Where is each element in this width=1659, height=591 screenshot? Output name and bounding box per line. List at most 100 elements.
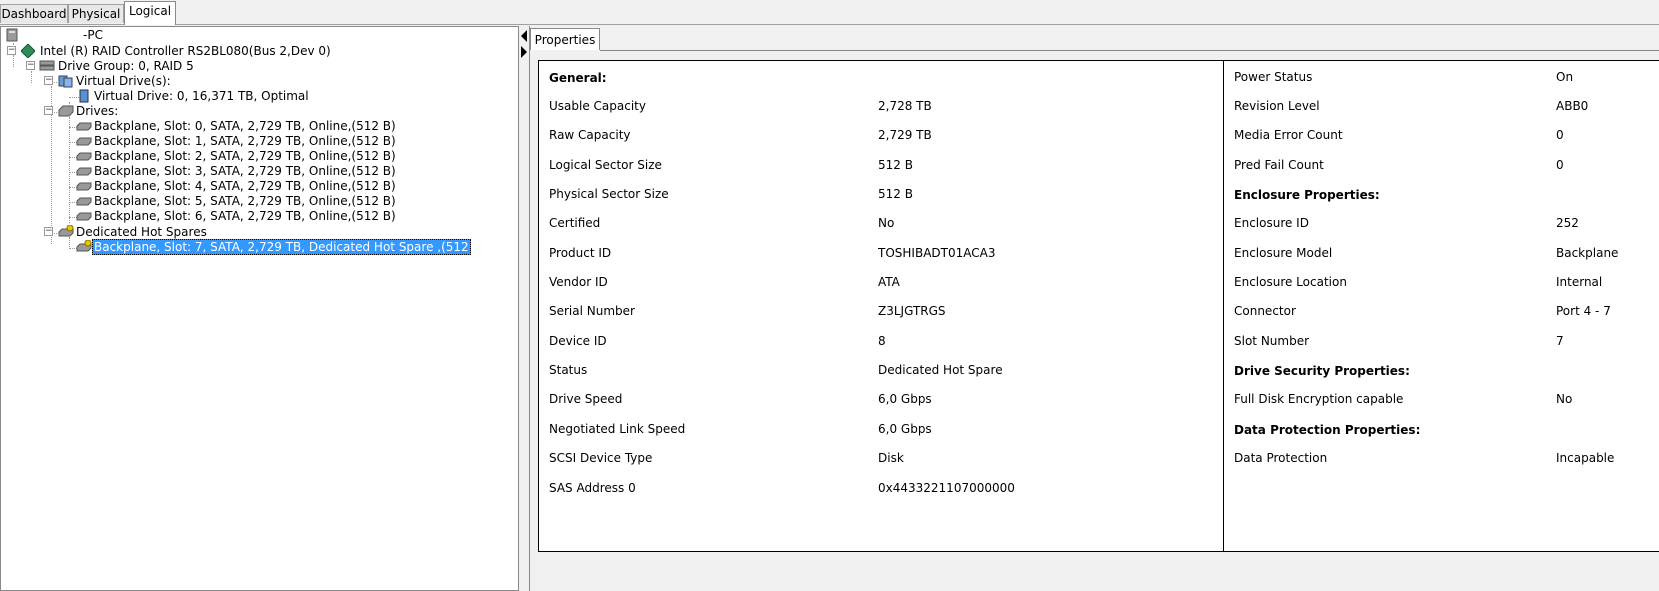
tree-node-controller[interactable]: − Intel (R) RAID Controller RS2BL080(Bus…: [1, 43, 333, 59]
collapse-toggle-icon[interactable]: −: [7, 46, 16, 55]
drive-label: Backplane, Slot: 4, SATA, 2,729 TB, Onli…: [94, 179, 396, 193]
prop-label: Power Status: [1234, 70, 1313, 84]
prop-value: 2,728 TB: [878, 99, 932, 113]
hard-drive-icon: [76, 179, 92, 192]
prop-value: Incapable: [1556, 451, 1615, 465]
hot-spare-drive-icon: [76, 239, 92, 253]
tree-node-drive[interactable]: Backplane, Slot: 6, SATA, 2,729 TB, Onli…: [1, 208, 398, 224]
drives-icon: [58, 104, 74, 117]
prop-label: Raw Capacity: [549, 128, 631, 142]
computer-icon: [5, 28, 19, 42]
prop-value: Z3LJGTRGS: [878, 304, 946, 318]
column-divider: [1223, 61, 1224, 551]
collapse-toggle-icon[interactable]: −: [44, 76, 53, 85]
prop-value: 512 B: [878, 158, 913, 172]
prop-label: Enclosure Location: [1234, 275, 1347, 289]
prop-label: Status: [549, 363, 588, 377]
drive-group-icon: [39, 59, 55, 72]
prop-label: SAS Address 0: [549, 481, 636, 495]
collapse-left-arrow-icon[interactable]: [521, 30, 527, 42]
tab-physical[interactable]: Physical: [68, 4, 124, 23]
tree-node-hot-spares[interactable]: − Dedicated Hot Spares: [1, 224, 209, 240]
hard-drive-icon: [76, 134, 92, 147]
prop-label: Enclosure Model: [1234, 246, 1333, 260]
prop-value: Dedicated Hot Spare: [878, 363, 1003, 377]
tree-node-root[interactable]: -PC: [1, 27, 105, 43]
drive-label: Backplane, Slot: 3, SATA, 2,729 TB, Onli…: [94, 164, 396, 178]
virtual-drive-icon: [77, 89, 91, 103]
prop-value: 512 B: [878, 187, 913, 201]
controller-label: Intel (R) RAID Controller RS2BL080(Bus 2…: [40, 44, 331, 58]
prop-label: Physical Sector Size: [549, 187, 669, 201]
hard-drive-icon: [76, 194, 92, 207]
prop-label: Vendor ID: [549, 275, 608, 289]
prop-label: Product ID: [549, 246, 612, 260]
prop-heading-general: General:: [549, 71, 607, 85]
prop-value: 6,0 Gbps: [878, 392, 932, 406]
prop-value: 6,0 Gbps: [878, 422, 932, 436]
prop-heading-drive-security: Drive Security Properties:: [1234, 364, 1410, 378]
drive-label: Backplane, Slot: 0, SATA, 2,729 TB, Onli…: [94, 119, 396, 133]
prop-value: 0: [1556, 128, 1564, 142]
drives-label: Drives:: [76, 104, 119, 118]
logical-tree-pane[interactable]: -PC − Intel (R) RAID Controller RS2BL080…: [0, 26, 519, 591]
prop-label: Device ID: [549, 334, 607, 348]
drive-label: Backplane, Slot: 6, SATA, 2,729 TB, Onli…: [94, 209, 396, 223]
tree-node-drive[interactable]: Backplane, Slot: 3, SATA, 2,729 TB, Onli…: [1, 163, 398, 179]
tree-node-drive[interactable]: Backplane, Slot: 5, SATA, 2,729 TB, Onli…: [1, 193, 398, 209]
collapse-toggle-icon[interactable]: −: [26, 61, 35, 70]
pane-splitter[interactable]: [519, 26, 529, 591]
virtual-drive-label: Virtual Drive: 0, 16,371 TB, Optimal: [94, 89, 309, 103]
prop-value: TOSHIBADT01ACA3: [878, 246, 996, 260]
hard-drive-icon: [76, 209, 92, 222]
prop-value: Port 4 - 7: [1556, 304, 1611, 318]
prop-heading-enclosure: Enclosure Properties:: [1234, 188, 1380, 202]
tree-node-virtual-drive-0[interactable]: Virtual Drive: 0, 16,371 TB, Optimal: [1, 88, 311, 104]
tree-node-drive[interactable]: Backplane, Slot: 0, SATA, 2,729 TB, Onli…: [1, 118, 398, 134]
virtual-drives-icon: [58, 74, 73, 88]
hard-drive-icon: [76, 164, 92, 177]
tree-node-drives[interactable]: − Drives:: [1, 103, 120, 119]
collapse-toggle-icon[interactable]: −: [44, 227, 53, 236]
tab-logical[interactable]: Logical: [124, 1, 176, 25]
properties-table: General: Usable Capacity 2,728 TB Raw Ca…: [538, 60, 1659, 552]
drive-label: Backplane, Slot: 2, SATA, 2,729 TB, Onli…: [94, 149, 396, 163]
prop-value: Internal: [1556, 275, 1603, 289]
prop-label: Usable Capacity: [549, 99, 646, 113]
prop-label: Negotiated Link Speed: [549, 422, 686, 436]
prop-value: No: [1556, 392, 1573, 406]
tree-node-drive[interactable]: Backplane, Slot: 1, SATA, 2,729 TB, Onli…: [1, 133, 398, 149]
prop-value: 7: [1556, 334, 1564, 348]
tab-properties[interactable]: Properties: [530, 28, 600, 50]
prop-label: Pred Fail Count: [1234, 158, 1324, 172]
tree-node-drive-group[interactable]: − Drive Group: 0, RAID 5: [1, 58, 196, 74]
prop-label: Enclosure ID: [1234, 216, 1309, 230]
hot-spare-label: Backplane, Slot: 7, SATA, 2,729 TB, Dedi…: [92, 239, 486, 255]
prop-value: ATA: [878, 275, 900, 289]
prop-value: 8: [878, 334, 886, 348]
properties-pane: Properties General: Usable Capacity 2,72…: [529, 26, 1659, 591]
prop-value: No: [878, 216, 895, 230]
virtual-drives-label: Virtual Drive(s):: [76, 74, 171, 88]
prop-label: Certified: [549, 216, 601, 230]
prop-heading-data-protection: Data Protection Properties:: [1234, 423, 1421, 437]
prop-label: Drive Speed: [549, 392, 623, 406]
expand-right-arrow-icon[interactable]: [521, 46, 527, 58]
prop-value: Disk: [878, 451, 904, 465]
tree-node-virtual-drives[interactable]: − Virtual Drive(s):: [1, 73, 173, 89]
prop-value: On: [1556, 70, 1574, 84]
prop-label: Connector: [1234, 304, 1296, 318]
tree-node-hot-spare-selected[interactable]: Backplane, Slot: 7, SATA, 2,729 TB, Dedi…: [1, 239, 486, 255]
prop-label: Slot Number: [1234, 334, 1310, 348]
prop-value: ABB0: [1556, 99, 1589, 113]
tree-node-drive[interactable]: Backplane, Slot: 2, SATA, 2,729 TB, Onli…: [1, 148, 398, 164]
hard-drive-icon: [76, 119, 92, 132]
collapse-toggle-icon[interactable]: −: [44, 106, 53, 115]
prop-label: Revision Level: [1234, 99, 1320, 113]
tree-node-drive[interactable]: Backplane, Slot: 4, SATA, 2,729 TB, Onli…: [1, 178, 398, 194]
prop-value: 0: [1556, 158, 1564, 172]
prop-value: 252: [1556, 216, 1579, 230]
tab-dashboard[interactable]: Dashboard: [0, 4, 68, 23]
prop-label: Data Protection: [1234, 451, 1328, 465]
prop-value: 2,729 TB: [878, 128, 932, 142]
